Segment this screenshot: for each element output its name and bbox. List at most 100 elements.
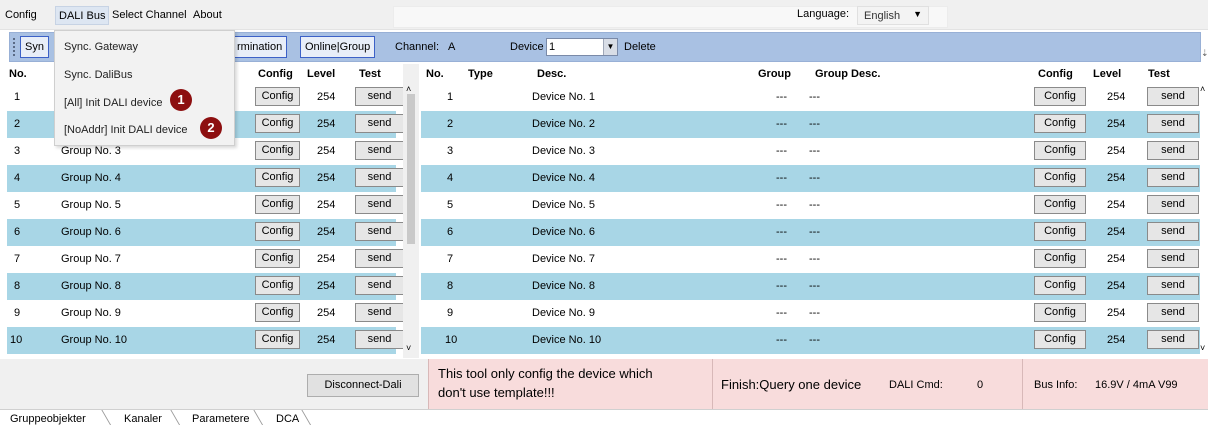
row-number: 4 bbox=[447, 172, 454, 184]
send-button[interactable]: send bbox=[355, 222, 404, 241]
menu-config[interactable]: Config bbox=[2, 6, 40, 25]
group-desc-value: --- bbox=[809, 307, 820, 319]
toolbar-grip-icon[interactable] bbox=[13, 38, 17, 56]
menu-select-channel[interactable]: Select Channel bbox=[109, 6, 190, 25]
group-table-scrollbar[interactable]: ˄ ˅ bbox=[403, 64, 419, 358]
query-status-box: Finish:Query one device DALI Cmd: 0 bbox=[712, 359, 1022, 409]
disconnect-dali-button[interactable]: Disconnect-Dali bbox=[307, 374, 419, 397]
group-value: --- bbox=[776, 199, 787, 211]
config-button[interactable]: Config bbox=[255, 303, 300, 322]
row-number: 10 bbox=[10, 334, 23, 346]
send-button[interactable]: send bbox=[355, 330, 404, 349]
send-button[interactable]: send bbox=[1147, 276, 1199, 295]
tab-divider bbox=[301, 410, 312, 425]
send-button[interactable]: send bbox=[1147, 195, 1199, 214]
config-button[interactable]: Config bbox=[255, 330, 300, 349]
level-value: 254 bbox=[1107, 118, 1126, 130]
level-value: 254 bbox=[1107, 145, 1126, 157]
menu-dali-bus[interactable]: DALI Bus bbox=[55, 6, 110, 25]
chevron-down-icon[interactable]: ▼ bbox=[603, 39, 617, 55]
group-name: Group No. 8 bbox=[61, 280, 121, 292]
sync-button[interactable]: Syn bbox=[20, 36, 49, 58]
device-desc: Device No. 1 bbox=[532, 91, 595, 103]
level-value: 254 bbox=[317, 118, 336, 130]
send-button[interactable]: send bbox=[355, 141, 404, 160]
level-value: 254 bbox=[317, 145, 336, 157]
level-value: 254 bbox=[1107, 199, 1126, 211]
warning-line-1: This tool only config the device which bbox=[438, 366, 653, 381]
row-number: 7 bbox=[447, 253, 454, 265]
config-button[interactable]: Config bbox=[255, 114, 300, 133]
menu-about[interactable]: About bbox=[190, 6, 225, 25]
tab-parametere[interactable]: Parametere bbox=[192, 413, 249, 425]
row-number: 7 bbox=[14, 253, 21, 265]
config-button[interactable]: Config bbox=[1034, 114, 1086, 133]
config-button[interactable]: Config bbox=[255, 168, 300, 187]
row-number: 5 bbox=[14, 199, 21, 211]
config-button[interactable]: Config bbox=[1034, 87, 1086, 106]
scrollbar-thumb[interactable] bbox=[407, 94, 415, 244]
send-button[interactable]: send bbox=[1147, 249, 1199, 268]
send-button[interactable]: send bbox=[355, 249, 404, 268]
send-button[interactable]: send bbox=[1147, 222, 1199, 241]
send-button[interactable]: send bbox=[1147, 303, 1199, 322]
send-button[interactable]: send bbox=[355, 87, 404, 106]
scroll-up-icon[interactable]: ˄ bbox=[406, 84, 411, 94]
device-combo[interactable]: 1 ▼ bbox=[546, 38, 618, 56]
online-group-button[interactable]: Online|Group bbox=[300, 36, 376, 58]
config-button[interactable]: Config bbox=[1034, 141, 1086, 160]
config-button[interactable]: Config bbox=[255, 141, 300, 160]
config-button[interactable]: Config bbox=[1034, 249, 1086, 268]
send-button[interactable]: send bbox=[355, 276, 404, 295]
config-button[interactable]: Config bbox=[255, 195, 300, 214]
send-button[interactable]: send bbox=[1147, 87, 1199, 106]
config-button[interactable]: Config bbox=[1034, 222, 1086, 241]
menu-sync-gateway[interactable]: Sync. Gateway bbox=[64, 41, 138, 53]
config-button[interactable]: Config bbox=[255, 249, 300, 268]
send-button[interactable]: send bbox=[1147, 141, 1199, 160]
send-button[interactable]: send bbox=[1147, 168, 1199, 187]
config-button[interactable]: Config bbox=[1034, 330, 1086, 349]
language-select[interactable]: English ▼ bbox=[857, 6, 929, 25]
group-desc-value: --- bbox=[809, 334, 820, 346]
termination-button[interactable]: rmination bbox=[232, 36, 288, 58]
tab-gruppeobjekter[interactable]: Gruppeobjekter bbox=[10, 413, 86, 425]
send-button[interactable]: send bbox=[1147, 330, 1199, 349]
delete-button[interactable]: Delete bbox=[624, 41, 656, 53]
group-value: --- bbox=[776, 118, 787, 130]
menu-sync-dalibus[interactable]: Sync. DaliBus bbox=[64, 69, 132, 81]
menu-init-all[interactable]: [All] Init DALI device bbox=[64, 97, 162, 109]
table-row: 5 Group No. 5 Config 254 send bbox=[7, 192, 404, 219]
table-row: 8 Device No. 8 --- --- Config 254 send bbox=[421, 273, 1200, 300]
config-button[interactable]: Config bbox=[1034, 303, 1086, 322]
dali-cmd-value: 0 bbox=[977, 379, 984, 391]
row-number: 2 bbox=[447, 118, 454, 130]
send-button[interactable]: send bbox=[355, 195, 404, 214]
row-number: 4 bbox=[14, 172, 21, 184]
dali-cmd-label: DALI Cmd: bbox=[889, 379, 943, 391]
level-value: 254 bbox=[317, 199, 336, 211]
tab-kanaler[interactable]: Kanaler bbox=[124, 413, 162, 425]
table-row: 4 Device No. 4 --- --- Config 254 send bbox=[421, 165, 1200, 192]
device-table-scrollbar[interactable]: ˄ ˅ bbox=[1200, 64, 1208, 358]
config-button[interactable]: Config bbox=[1034, 195, 1086, 214]
config-button[interactable]: Config bbox=[1034, 276, 1086, 295]
config-button[interactable]: Config bbox=[255, 87, 300, 106]
tab-dca[interactable]: DCA bbox=[276, 413, 299, 425]
toolbar-overflow-icon[interactable]: ⇣ bbox=[1201, 48, 1208, 59]
group-desc-value: --- bbox=[809, 199, 820, 211]
row-number: 8 bbox=[447, 280, 454, 292]
send-button[interactable]: send bbox=[355, 114, 404, 133]
send-button[interactable]: send bbox=[355, 168, 404, 187]
scroll-up-icon[interactable]: ˄ bbox=[1200, 84, 1205, 94]
scroll-down-icon[interactable]: ˅ bbox=[406, 343, 411, 353]
group-name: Group No. 4 bbox=[61, 172, 121, 184]
send-button[interactable]: send bbox=[1147, 114, 1199, 133]
send-button[interactable]: send bbox=[355, 303, 404, 322]
group-desc-value: --- bbox=[809, 91, 820, 103]
menu-init-noaddr[interactable]: [NoAddr] Init DALI device bbox=[64, 124, 188, 136]
config-button[interactable]: Config bbox=[1034, 168, 1086, 187]
config-button[interactable]: Config bbox=[255, 276, 300, 295]
scroll-down-icon[interactable]: ˅ bbox=[1200, 343, 1205, 353]
config-button[interactable]: Config bbox=[255, 222, 300, 241]
